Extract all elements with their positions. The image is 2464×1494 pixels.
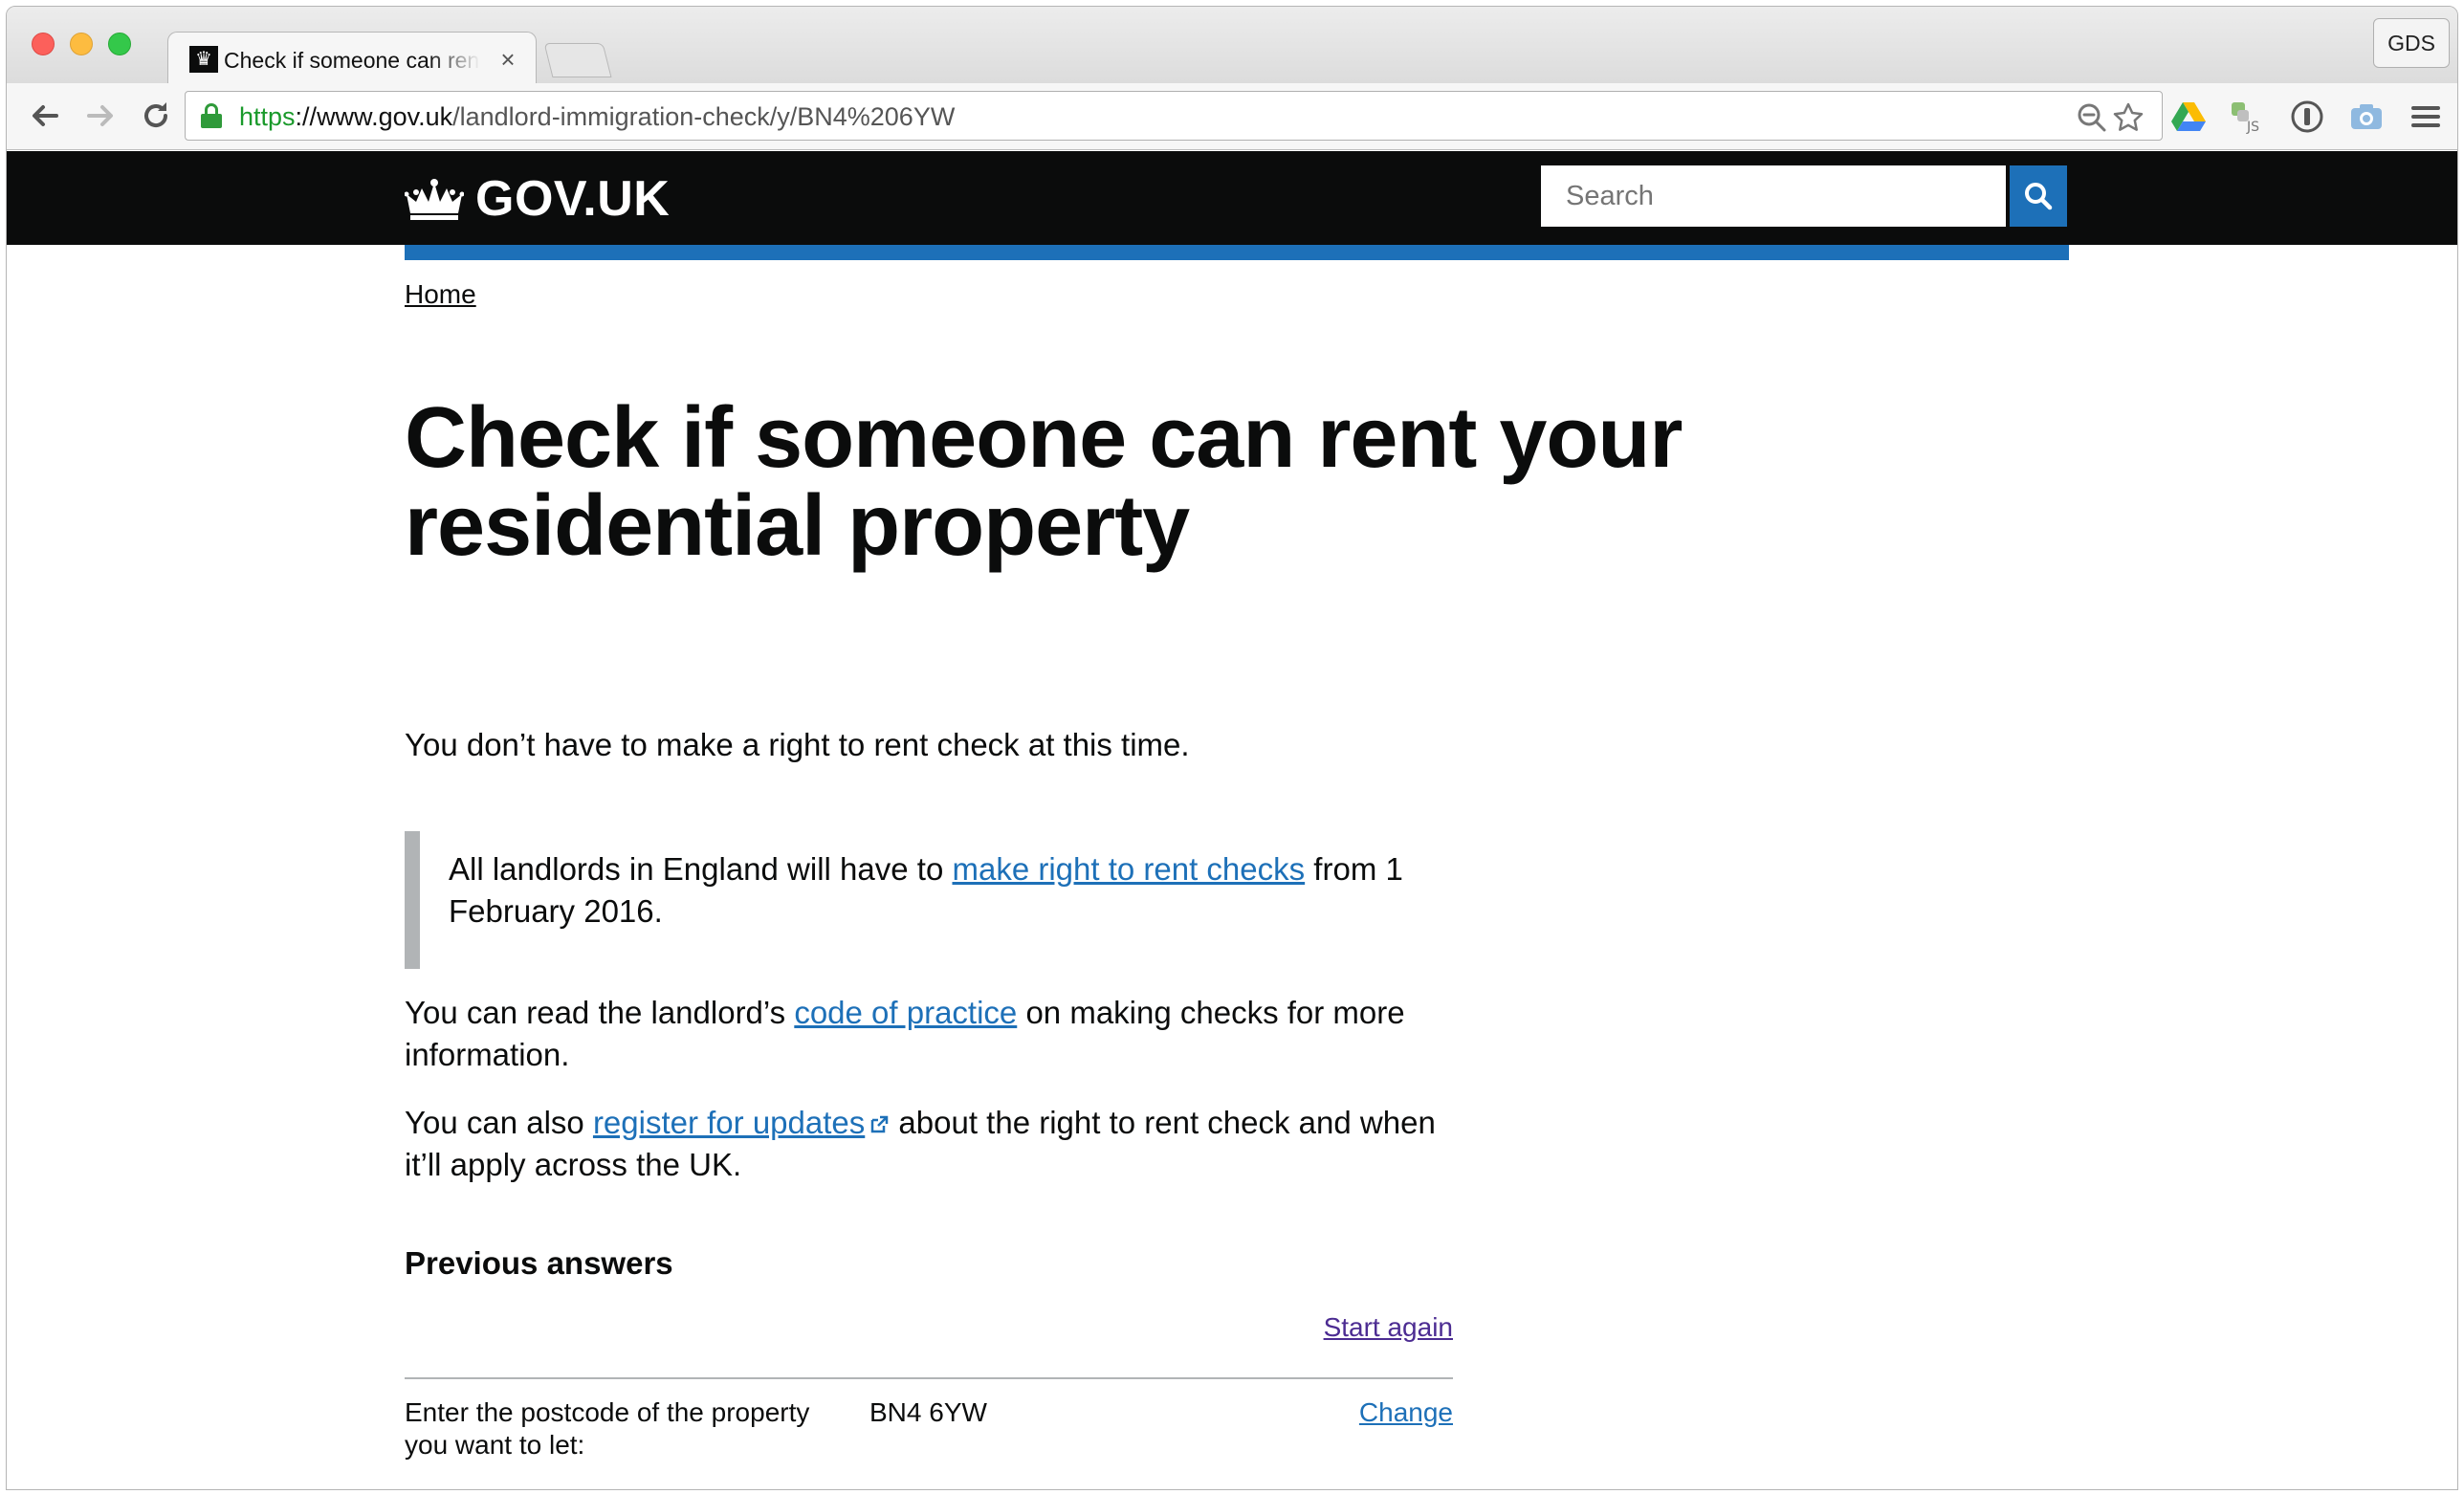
make-right-to-rent-checks-link[interactable]: make right to rent checks <box>952 851 1305 887</box>
svg-text:JS: JS <box>2246 120 2259 135</box>
para1-before: You can read the landlord’s <box>405 995 795 1030</box>
browser-titlebar: ♛ Check if someone can rent your residen… <box>7 7 2457 85</box>
maximize-window-button[interactable] <box>108 33 131 55</box>
previous-answers-heading: Previous answers <box>405 1245 673 1281</box>
search-icon <box>2025 183 2053 210</box>
browser-toolbar: https://www.gov.uk/landlord-immigration-… <box>7 83 2457 150</box>
header-blue-rule <box>405 245 2069 260</box>
answers-divider <box>405 1377 1453 1379</box>
breadcrumb-home-link[interactable]: Home <box>405 279 476 310</box>
page-title: Check if someone can rent your residenti… <box>405 390 1683 574</box>
google-drive-icon[interactable] <box>2170 99 2207 135</box>
govuk-crown-favicon-icon: ♛ <box>189 46 218 73</box>
change-answer-link[interactable]: Change <box>1359 1396 1453 1429</box>
inset-text-before: All landlords in England will have to <box>449 851 953 887</box>
tab-close-icon[interactable]: × <box>494 44 522 75</box>
register-updates-paragraph: You can also register for updates about … <box>405 1102 1466 1186</box>
govuk-header: GOV.UK <box>7 151 2457 245</box>
intro-text: You don’t have to make a right to rent c… <box>405 727 1190 762</box>
minimize-window-button[interactable] <box>70 33 93 55</box>
register-for-updates-link[interactable]: register for updates <box>593 1105 890 1140</box>
star-icon[interactable] <box>2112 101 2145 134</box>
govuk-logo-link[interactable]: GOV.UK <box>405 170 670 228</box>
crown-icon <box>405 179 464 220</box>
external-link-icon <box>871 1115 889 1133</box>
browser-window: ♛ Check if someone can rent your residen… <box>6 6 2458 1490</box>
hamburger-menu-icon[interactable] <box>2408 99 2444 135</box>
search-button[interactable] <box>2010 165 2067 227</box>
start-again-link[interactable]: Start again <box>1324 1312 1453 1343</box>
tab-title: Check if someone can rent your residenti… <box>224 48 480 73</box>
camera-icon[interactable] <box>2348 99 2385 135</box>
forward-arrow-icon[interactable] <box>81 97 120 135</box>
answer-value: BN4 6YW <box>869 1397 987 1427</box>
password-manager-icon[interactable] <box>2289 99 2325 135</box>
browser-tab-active[interactable]: ♛ Check if someone can rent your residen… <box>167 32 537 85</box>
main-content: Home Check if someone can rent your resi… <box>405 260 2069 1484</box>
zoom-out-icon[interactable] <box>2076 101 2108 134</box>
js-extension-icon[interactable]: JS <box>2228 99 2264 135</box>
address-bar-url[interactable]: https://www.gov.uk/landlord-immigration-… <box>239 99 955 134</box>
close-window-button[interactable] <box>32 33 55 55</box>
site-search-input[interactable] <box>1541 165 2006 227</box>
secure-lock-icon <box>201 103 222 128</box>
answer-question: Enter the postcode of the property you w… <box>405 1397 810 1460</box>
code-of-practice-link[interactable]: code of practice <box>794 995 1017 1030</box>
profile-button[interactable]: GDS <box>2373 18 2450 68</box>
para2-before: You can also <box>405 1105 593 1140</box>
address-bar[interactable]: https://www.gov.uk/landlord-immigration-… <box>185 91 2163 141</box>
reload-icon[interactable] <box>137 97 175 135</box>
code-of-practice-paragraph: You can read the landlord’s code of prac… <box>405 992 1466 1076</box>
govuk-logo-text: GOV.UK <box>475 171 671 227</box>
new-tab-button[interactable] <box>543 43 612 77</box>
inset-text: All landlords in England will have to ma… <box>405 831 1457 969</box>
back-arrow-icon[interactable] <box>26 97 64 135</box>
